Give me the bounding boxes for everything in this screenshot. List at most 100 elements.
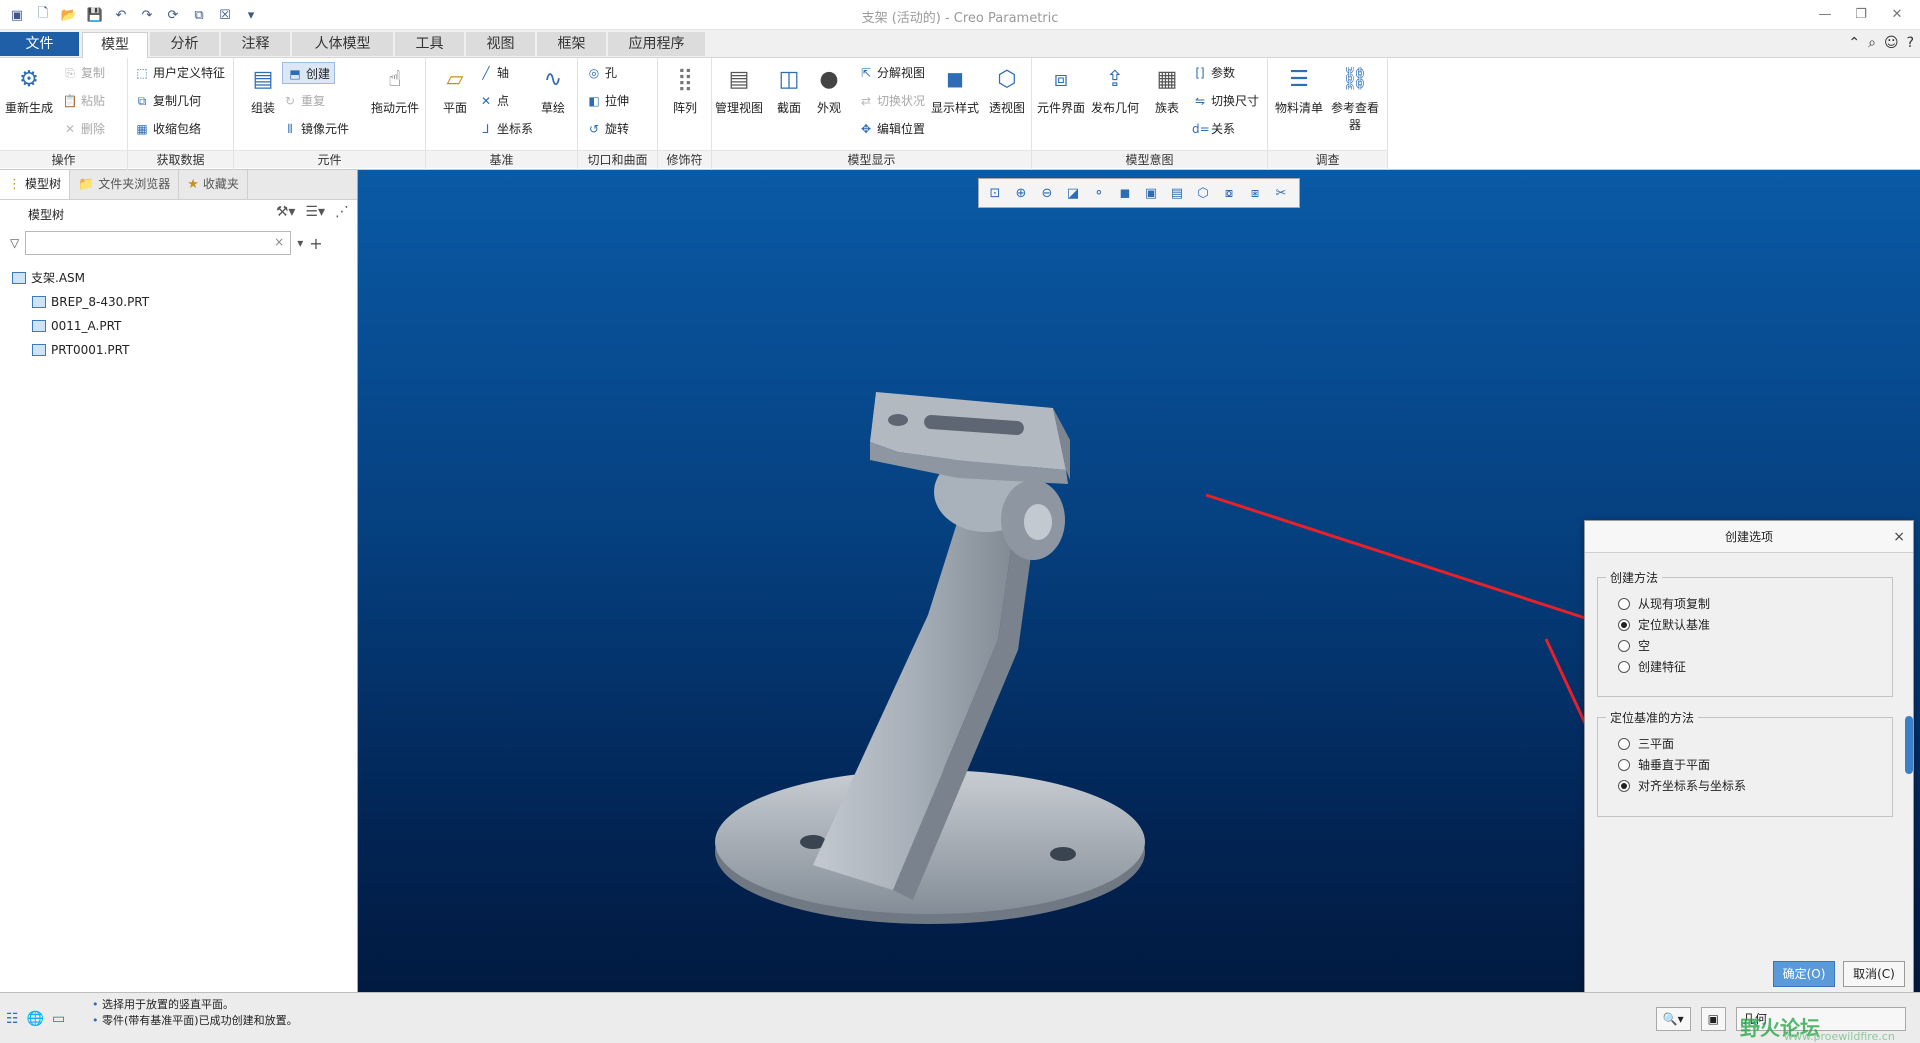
fullscreen-icon[interactable]: ▭: [52, 1011, 65, 1027]
create-button[interactable]: ⬒ 创建: [282, 62, 336, 84]
help-icon[interactable]: ?: [1907, 35, 1914, 51]
publish-geometry-button[interactable]: ⇪ 发布几何: [1088, 62, 1142, 116]
settings-icon[interactable]: ⚒▾: [276, 204, 296, 220]
mirror-component-button[interactable]: ⫴ 镜像元件: [282, 118, 349, 140]
drag-component-button[interactable]: ☝ 拖动元件: [368, 62, 422, 116]
tab-analysis[interactable]: 分析: [150, 32, 220, 56]
family-table-button[interactable]: ▦ 族表: [1140, 62, 1194, 116]
udf-button[interactable]: ⬚ 用户定义特征: [134, 62, 225, 84]
navigator-toggle-icon[interactable]: ☷: [6, 1011, 19, 1027]
csys-button[interactable]: ⅃ 坐标系: [478, 118, 533, 140]
radio-copy-existing[interactable]: 从现有项复制: [1618, 594, 1710, 614]
tab-folder-browser[interactable]: 📁 文件夹浏览器: [70, 170, 180, 199]
paste-button[interactable]: 📋 粘贴: [62, 90, 106, 112]
edit-position-button[interactable]: ✥ 编辑位置: [858, 118, 925, 140]
close-icon[interactable]: ✕: [1880, 2, 1914, 26]
tree-item-root[interactable]: 支架.ASM: [0, 266, 357, 290]
point-button[interactable]: ✕ 点: [478, 90, 509, 112]
group-model-intent: ⧈ 元件界面 ⇪ 发布几何 ▦ 族表 [] 参数 ⇋ 切换尺寸 d=关系 模型意图: [1032, 58, 1268, 170]
tab-file[interactable]: 文件: [0, 32, 80, 56]
radio-axis-normal-to-plane[interactable]: 轴垂直于平面: [1618, 755, 1710, 775]
dialog-scrollbar[interactable]: [1905, 716, 1913, 774]
bom-button[interactable]: ☰ 物料清单: [1272, 62, 1326, 116]
regenerate-button[interactable]: ⚙ 重新生成: [2, 62, 56, 116]
component-interface-button[interactable]: ⧈ 元件界面: [1034, 62, 1088, 116]
maximize-icon[interactable]: ❐: [1844, 2, 1878, 26]
group-label[interactable]: 修饰符: [658, 150, 711, 168]
group-label[interactable]: 基准: [426, 150, 577, 168]
reference-viewer-button[interactable]: ⛓ 参考查看器: [1328, 62, 1382, 133]
collapse-ribbon-icon[interactable]: ⌃: [1848, 35, 1860, 51]
show-icon[interactable]: ☰▾: [305, 204, 325, 220]
hole-button[interactable]: ◎ 孔: [586, 62, 617, 84]
repeat-icon: ↻: [284, 94, 296, 108]
parameters-button[interactable]: [] 参数: [1192, 62, 1235, 84]
tab-favorites[interactable]: ★ 收藏夹: [179, 170, 248, 199]
search-icon[interactable]: ⌕: [1868, 35, 1876, 51]
sketch-button[interactable]: ∿ 草绘: [526, 62, 580, 116]
relations-button[interactable]: d=关系: [1192, 118, 1235, 140]
tab-view[interactable]: 视图: [466, 32, 536, 56]
tree-search-input[interactable]: ×: [25, 231, 292, 255]
group-label[interactable]: 获取数据: [128, 150, 233, 168]
find-icon[interactable]: 🔍▾: [1655, 1007, 1691, 1031]
clear-icon[interactable]: ×: [274, 235, 284, 249]
tab-applications[interactable]: 应用程序: [608, 32, 706, 56]
tree-item[interactable]: BREP_8-430.PRT: [0, 290, 357, 314]
display-style-button[interactable]: ◼ 显示样式: [928, 62, 982, 116]
group-label[interactable]: 切口和曲面: [578, 150, 657, 168]
add-icon[interactable]: +: [309, 234, 322, 253]
cancel-button[interactable]: 取消(C): [1843, 961, 1905, 987]
tab-manikin[interactable]: 人体模型: [292, 32, 394, 56]
tab-tools[interactable]: 工具: [395, 32, 465, 56]
perspective-button[interactable]: ⬡ 透视图: [980, 62, 1034, 116]
axis-button[interactable]: ╱ 轴: [478, 62, 509, 84]
copy-button[interactable]: ⎘ 复制: [62, 62, 105, 84]
tab-annotate[interactable]: 注释: [221, 32, 291, 56]
switch-dimensions-button[interactable]: ⇋ 切换尺寸: [1192, 90, 1259, 112]
search-options-icon[interactable]: ▾: [297, 236, 303, 250]
filter-icon[interactable]: ▽: [10, 236, 19, 250]
radio-icon: [1618, 759, 1630, 771]
group-label[interactable]: 模型意图: [1032, 150, 1267, 168]
minimize-icon[interactable]: —: [1808, 2, 1842, 26]
repeat-button[interactable]: ↻ 重复: [282, 90, 325, 112]
tab-framework[interactable]: 框架: [537, 32, 607, 56]
extrude-button[interactable]: ◧ 拉伸: [586, 90, 629, 112]
tree-item[interactable]: 0011_A.PRT: [0, 314, 357, 338]
tab-model-tree[interactable]: ⋮ 模型树: [0, 170, 71, 199]
delete-button[interactable]: ✕ 删除: [62, 118, 105, 140]
radio-three-planes[interactable]: 三平面: [1618, 734, 1674, 754]
dialog-title-bar: 创建选项 ×: [1585, 521, 1913, 553]
radio-locate-default-datums[interactable]: 定位默认基准: [1618, 615, 1710, 635]
copy-geometry-button[interactable]: ⧉ 复制几何: [134, 90, 201, 112]
bom-icon: ☰: [1289, 66, 1309, 92]
radio-align-csys[interactable]: 对齐坐标系与坐标系: [1618, 776, 1746, 796]
tree-item[interactable]: PRT0001.PRT: [0, 338, 357, 362]
model-tree-title: 模型树: [28, 207, 65, 222]
parameters-icon: []: [1195, 66, 1205, 80]
pattern-button[interactable]: ⣿ 阵列: [658, 62, 712, 116]
ribbon-tabs: 文件 模型 分析 注释 人体模型 工具 视图 框架 应用程序 ⌃ ⌕ ☺ ?: [0, 30, 1920, 59]
radio-create-features[interactable]: 创建特征: [1618, 657, 1686, 677]
tab-model[interactable]: 模型: [82, 32, 148, 59]
group-label[interactable]: 元件: [234, 150, 425, 168]
tree-columns-icon[interactable]: ⋰: [335, 204, 349, 220]
shrinkwrap-icon: ▦: [136, 122, 148, 136]
appearance-button[interactable]: ● 外观: [802, 62, 856, 116]
community-icon[interactable]: ☺: [1884, 35, 1899, 51]
group-label[interactable]: 操作: [0, 150, 127, 168]
explode-view-button[interactable]: ⇱ 分解视图: [858, 62, 925, 84]
toggle-status-button[interactable]: ⇄ 切换状况: [858, 90, 925, 112]
radio-empty[interactable]: 空: [1618, 636, 1650, 656]
browser-toggle-icon[interactable]: 🌐: [27, 1011, 44, 1027]
plane-button[interactable]: ▱ 平面: [428, 62, 482, 116]
group-label[interactable]: 模型显示: [712, 150, 1031, 168]
group-label[interactable]: 调查: [1268, 150, 1387, 168]
close-icon[interactable]: ×: [1893, 521, 1905, 553]
revolve-button[interactable]: ↺ 旋转: [586, 118, 629, 140]
manage-views-button[interactable]: ▤ 管理视图: [712, 62, 766, 116]
shrinkwrap-button[interactable]: ▦ 收缩包络: [134, 118, 201, 140]
ok-button[interactable]: 确定(O): [1773, 961, 1835, 987]
selection-icon[interactable]: ▣: [1700, 1007, 1726, 1031]
